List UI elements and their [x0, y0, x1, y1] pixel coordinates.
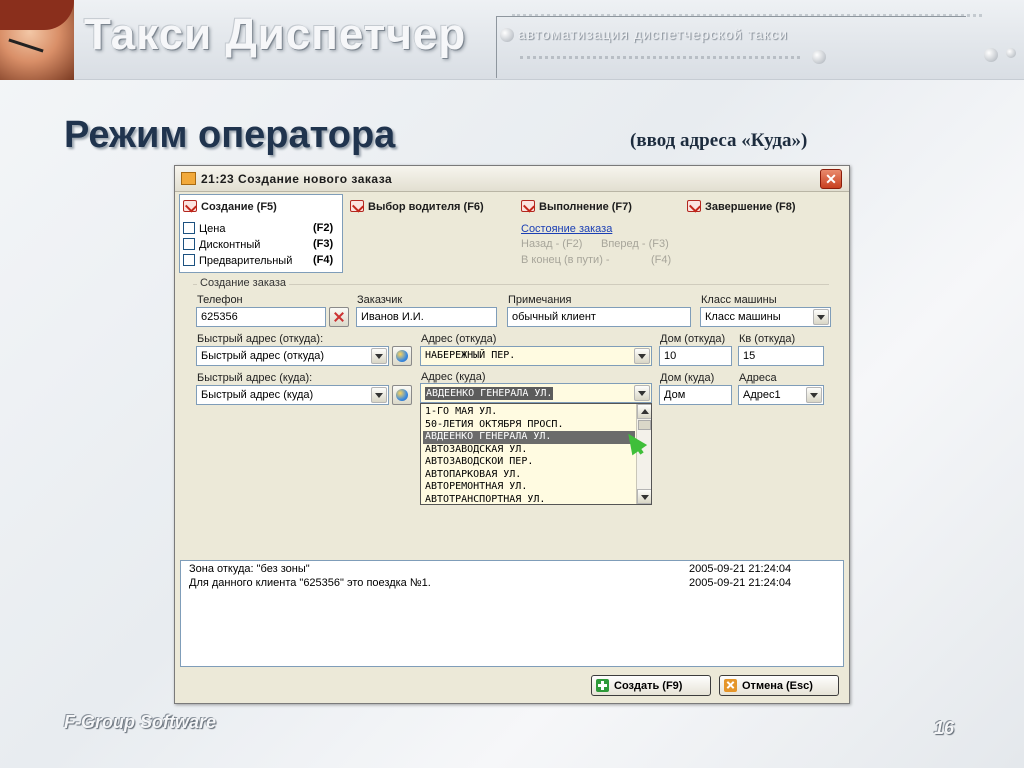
list-item[interactable]: 1-ГО МАЯ УЛ.: [423, 406, 635, 419]
step-execution[interactable]: Выполнение (F7): [521, 200, 632, 213]
app-title: Такси Диспетчер: [84, 10, 467, 59]
new-order-window: 21:23 Создание нового заказа ✕ Создание …: [174, 165, 850, 704]
notes-label: Примечания: [508, 294, 572, 306]
addr-to-label: Адрес (куда): [421, 371, 486, 383]
customer-input[interactable]: Иванов И.И.: [356, 307, 497, 327]
addr-to-select[interactable]: АВДЕЕНКО ГЕНЕРАЛА УЛ.: [420, 383, 652, 403]
quick-from-select[interactable]: Быстрый адрес (откуда): [196, 346, 389, 366]
checkbox-icon[interactable]: [183, 238, 195, 250]
chevron-down-icon[interactable]: [813, 309, 829, 325]
close-button[interactable]: ✕: [820, 169, 842, 189]
chevron-down-icon[interactable]: [634, 385, 650, 401]
apt-from-label: Кв (откуда): [739, 333, 796, 345]
chevron-down-icon[interactable]: [371, 348, 387, 364]
company-name: F-Group Software: [64, 712, 216, 732]
addr-from-select[interactable]: НАБЕРЕЖНЫЙ ПЕР.: [420, 346, 652, 366]
scroll-down-icon[interactable]: [637, 489, 651, 504]
step-icon: [687, 200, 701, 212]
list-item[interactable]: 50-ЛЕТИЯ ОКТЯБРЯ ПРОСП.: [423, 419, 635, 432]
create-button[interactable]: Создать (F9): [591, 675, 711, 696]
preorder-checkbox[interactable]: Предварительный: [183, 254, 292, 267]
list-item[interactable]: АВТОТРАНСПОРТНАЯ УЛ.: [423, 494, 635, 505]
decor-dot-icon: [984, 48, 998, 62]
log-row: Зона откуда: "без зоны" 2005-09-21 21:24…: [189, 563, 792, 575]
price-checkbox[interactable]: Цена: [183, 222, 225, 235]
addr-from-label: Адрес (откуда): [421, 333, 497, 345]
list-item[interactable]: АВТОПАРКОВАЯ УЛ.: [423, 469, 635, 482]
list-item[interactable]: АВТОРЕМОНТНАЯ УЛ.: [423, 481, 635, 494]
addresses-select[interactable]: Адрес1: [738, 385, 824, 405]
apt-from-input[interactable]: 15: [738, 346, 824, 366]
quick-to-select[interactable]: Быстрый адрес (куда): [196, 385, 389, 405]
page-number: 16: [934, 718, 955, 738]
house-from-label: Дом (откуда): [660, 333, 726, 345]
chevron-down-icon[interactable]: [371, 387, 387, 403]
app-tagline: автоматизация диспетчерской такси: [518, 26, 788, 42]
notes-input[interactable]: обычный клиент: [507, 307, 691, 327]
car-class-label: Класс машины: [701, 294, 777, 306]
step-icon: [521, 200, 535, 212]
phone-label: Телефон: [197, 294, 243, 306]
map-globe-icon[interactable]: [392, 385, 412, 405]
house-to-label: Дом (куда): [660, 372, 715, 384]
phone-input[interactable]: 625356: [196, 307, 326, 327]
house-from-input[interactable]: 10: [659, 346, 732, 366]
window-title: 21:23 Создание нового заказа: [201, 172, 393, 186]
event-log: Зона откуда: "без зоны" 2005-09-21 21:24…: [180, 560, 844, 667]
discount-checkbox[interactable]: Дисконтный: [183, 238, 260, 251]
step-completion[interactable]: Завершение (F8): [687, 200, 796, 213]
list-item[interactable]: АВТОЗАВОДСКОЙ ПЕР.: [423, 456, 635, 469]
nav-back[interactable]: Назад - (F2): [521, 238, 582, 250]
shortcut-label: (F3): [313, 238, 334, 250]
customer-label: Заказчик: [357, 294, 403, 306]
chevron-down-icon[interactable]: [806, 387, 822, 403]
nav-forward[interactable]: Вперед - (F3): [601, 238, 669, 250]
street-dropdown-list[interactable]: 1-ГО МАЯ УЛ. 50-ЛЕТИЯ ОКТЯБРЯ ПРОСП. АВД…: [420, 403, 652, 505]
scroll-up-icon[interactable]: [637, 404, 651, 419]
order-state-link[interactable]: Состояние заказа: [521, 223, 612, 235]
car-class-select[interactable]: Класс машины: [700, 307, 831, 327]
quick-to-label: Быстрый адрес (куда):: [197, 372, 313, 384]
cancel-button[interactable]: Отмена (Esc): [719, 675, 839, 696]
house-to-input[interactable]: Дом: [659, 385, 732, 405]
decor-dot-icon: [500, 28, 514, 42]
log-row: Для данного клиента "625356" это поездка…: [189, 577, 792, 589]
decor-dot-icon: [1006, 48, 1016, 58]
group-label: Создание заказа: [197, 277, 290, 289]
chevron-down-icon[interactable]: [634, 348, 650, 364]
checkbox-icon[interactable]: [183, 254, 195, 266]
checkbox-icon[interactable]: [183, 222, 195, 234]
list-item[interactable]: АВТОЗАВОДСКАЯ УЛ.: [423, 444, 635, 457]
addresses-label: Адреса: [739, 372, 777, 384]
decor-dot-icon: [812, 50, 826, 64]
step-driver-selection[interactable]: Выбор водителя (F6): [350, 200, 484, 213]
nav-to-end[interactable]: В конец (в пути) -: [521, 254, 610, 266]
step-icon: [183, 200, 197, 212]
operator-avatar: [0, 0, 74, 80]
dropdown-scrollbar[interactable]: [636, 404, 651, 504]
window-titlebar[interactable]: 21:23 Создание нового заказа ✕: [175, 166, 849, 192]
scroll-thumb[interactable]: [638, 420, 651, 430]
step-creation[interactable]: Создание (F5): [183, 200, 277, 213]
clear-phone-icon[interactable]: [329, 307, 349, 327]
map-globe-icon[interactable]: [392, 346, 412, 366]
shortcut-label: (F2): [313, 222, 334, 234]
slide-subtitle: (ввод адреса «Куда»): [630, 130, 808, 151]
nav-to-end-key: (F4): [651, 254, 672, 266]
cancel-icon: [724, 679, 737, 692]
slide-banner: Такси Диспетчер автоматизация диспетчерс…: [0, 0, 1024, 80]
step-icon: [350, 200, 364, 212]
slide-title: Режим оператора: [64, 114, 396, 156]
list-item[interactable]: АВДЕЕНКО ГЕНЕРАЛА УЛ.: [423, 431, 635, 444]
quick-from-label: Быстрый адрес (откуда):: [197, 333, 324, 345]
app-window-icon: [181, 172, 196, 185]
shortcut-label: (F4): [313, 254, 334, 266]
plus-icon: [596, 679, 609, 692]
